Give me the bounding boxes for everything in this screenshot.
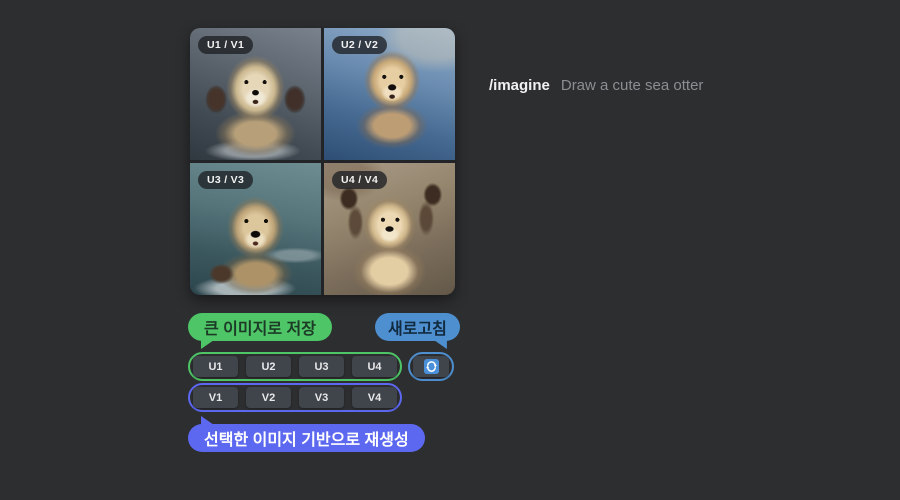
- refresh-button-group: [408, 352, 454, 381]
- upscale-button-u4[interactable]: U4: [352, 356, 397, 377]
- variation-button-v1[interactable]: V1: [193, 387, 238, 408]
- image-badge-2: U2 / V2: [332, 36, 387, 54]
- image-badge-1: U1 / V1: [198, 36, 253, 54]
- upscale-button-row: U1 U2 U3 U4: [188, 352, 402, 381]
- canvas: { "prompt": { "command": "/imagine", "te…: [0, 0, 900, 500]
- refresh-callout: 새로고침: [375, 313, 460, 341]
- prompt-text: Draw a cute sea otter: [561, 77, 704, 94]
- variation-button-v4[interactable]: V4: [352, 387, 397, 408]
- imagine-command: /imagine: [489, 77, 550, 94]
- generated-image-1[interactable]: U1 / V1: [190, 28, 321, 160]
- variation-button-row: V1 V2 V3 V4: [188, 383, 402, 412]
- image-badge-4: U4 / V4: [332, 171, 387, 189]
- image-badge-3: U3 / V3: [198, 171, 253, 189]
- prompt-line: /imagine Draw a cute sea otter: [489, 77, 703, 94]
- generated-image-3[interactable]: U3 / V3: [190, 163, 321, 295]
- upscale-button-u3[interactable]: U3: [299, 356, 344, 377]
- regenerate-callout: 선택한 이미지 기반으로 재생성: [188, 424, 425, 452]
- image-grid: U1 / V1 U2 / V2 U3 / V3 U4 / V4: [190, 28, 455, 295]
- variation-button-v3[interactable]: V3: [299, 387, 344, 408]
- save-callout: 큰 이미지로 저장: [188, 313, 332, 341]
- generated-image-4[interactable]: U4 / V4: [324, 163, 455, 295]
- refresh-icon: [424, 359, 439, 374]
- upscale-button-u2[interactable]: U2: [246, 356, 291, 377]
- variation-button-v2[interactable]: V2: [246, 387, 291, 408]
- refresh-button[interactable]: [413, 356, 449, 377]
- generated-image-2[interactable]: U2 / V2: [324, 28, 455, 160]
- upscale-button-u1[interactable]: U1: [193, 356, 238, 377]
